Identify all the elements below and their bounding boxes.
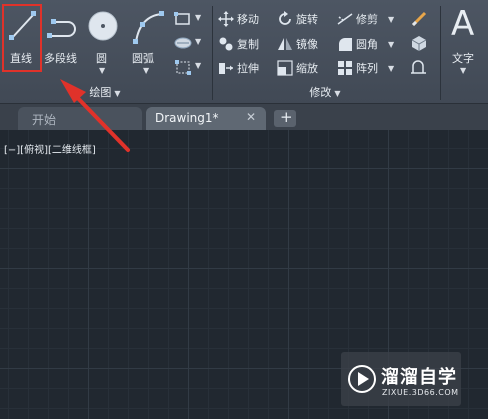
watermark-url: ZIXUE.3D66.COM [382,388,459,397]
hatch-dropdown-icon[interactable]: ▼ [195,37,201,46]
arc-tool-label: 圆弧 [132,52,154,65]
array-dropdown-icon[interactable]: ▼ [388,64,394,73]
watermark: 溜溜自学 ZIXUE.3D66.COM [341,352,461,406]
tab-start[interactable]: 开始 [18,107,142,130]
mirror-tool-button[interactable]: 镜像 [277,34,318,54]
close-tab-icon[interactable]: ✕ [246,110,256,124]
arc-tool-button[interactable]: 圆弧 ▼ [128,4,168,80]
fillet-icon [339,38,352,51]
fillet-tool-button[interactable]: 圆角 ▼ [337,34,394,54]
viewport-controls-label[interactable]: [−][俯视][二维线框] [4,141,96,156]
circle-tool-button[interactable]: 圆 ▼ [86,4,122,80]
copy-tool-button[interactable]: 复制 [218,34,259,54]
scale-tool-button[interactable]: 缩放 [277,58,318,78]
region-tool-button[interactable]: ▼ [172,58,208,76]
arc-icon [133,11,164,44]
plus-icon: + [280,108,293,126]
explode-icon[interactable] [410,34,428,52]
copy-icon [219,37,233,51]
text-dropdown-icon[interactable]: ▼ [460,66,466,75]
region-icon [175,60,191,75]
fillet-dropdown-icon[interactable]: ▼ [388,40,394,49]
draw-panel-title[interactable]: 绘图 ▼ [60,84,150,100]
hatch-icon [174,37,192,49]
rotate-tool-button[interactable]: 旋转 [277,9,318,29]
mirror-icon [278,38,292,50]
text-tool-label: 文字 [452,52,474,65]
polyline-tool-button[interactable]: 多段线 [44,4,84,72]
modify-panel-expand-icon: ▼ [334,89,341,98]
tab-drawing1[interactable]: Drawing1* ✕ [146,107,266,130]
rectangle-icon [174,12,190,25]
panel-divider [440,6,441,100]
region-dropdown-icon[interactable]: ▼ [195,61,201,70]
watermark-name: 溜溜自学 [381,367,457,388]
line-tool-highlight-box [2,4,42,72]
circle-dropdown-icon[interactable]: ▼ [99,66,105,75]
stretch-tool-button[interactable]: 拉伸 [218,58,259,78]
move-icon [218,11,234,27]
move-tool-button[interactable]: 移动 [218,9,259,29]
trim-dropdown-icon[interactable]: ▼ [388,15,394,24]
text-tool-button[interactable]: A 文字 ▼ [444,4,484,80]
arc-dropdown-icon[interactable]: ▼ [143,66,149,75]
rectangle-dropdown-icon[interactable]: ▼ [195,13,201,22]
circle-tool-label: 圆 [96,52,107,65]
scale-icon [277,60,293,76]
array-tool-button[interactable]: 阵列 ▼ [337,58,394,78]
rotate-icon [279,11,291,25]
panel-divider [212,6,213,100]
offset-icon[interactable] [410,58,428,76]
play-logo-icon [348,365,376,393]
rectangle-tool-button[interactable]: ▼ [172,10,208,28]
ribbon: 直线 多段线 圆 ▼ 圆弧 ▼ ▼ ▼ ▼ 绘图 ▼ 移动 旋转 修剪 ▼ 复制… [0,0,488,104]
modify-panel-title[interactable]: 修改 ▼ [290,84,360,100]
polyline-tool-label: 多段线 [44,52,77,65]
draw-panel-expand-icon: ▼ [114,89,121,98]
circle-icon [88,11,118,41]
trim-tool-button[interactable]: 修剪 ▼ [337,9,394,29]
hatch-tool-button[interactable]: ▼ [172,34,208,52]
stretch-icon [219,63,233,74]
array-icon [338,61,352,75]
text-icon: A [451,4,475,44]
trim-icon [337,13,353,25]
file-tab-bar: 开始 Drawing1* ✕ + [0,104,488,130]
new-tab-button[interactable]: + [274,108,296,127]
polyline-icon [47,19,76,38]
erase-icon[interactable] [410,10,428,28]
